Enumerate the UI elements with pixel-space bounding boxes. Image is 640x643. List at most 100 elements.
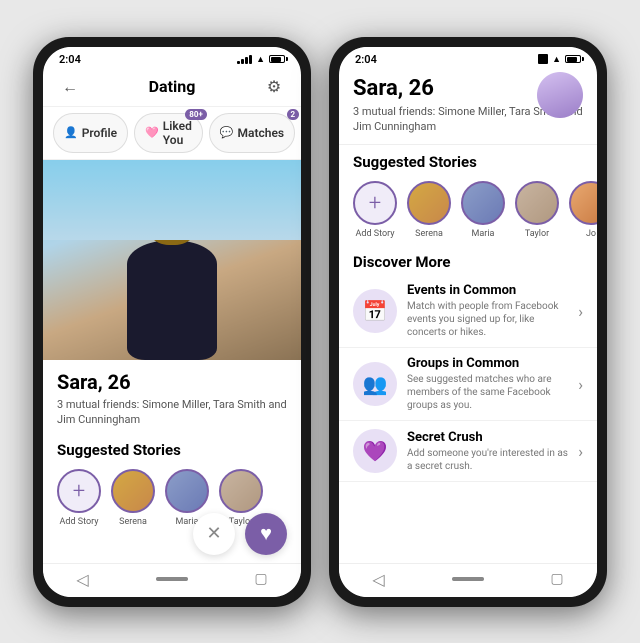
profile-info: Sara, 26 3 mutual friends: Simone Miller… bbox=[43, 360, 301, 434]
tab-matches[interactable]: 💬 Matches 2 bbox=[209, 113, 295, 153]
profile-card: ✕ ♥ Sara, 26 3 mutual friends: Simone Mi… bbox=[43, 160, 301, 563]
groups-title: Groups in Common bbox=[407, 356, 568, 371]
discover-groups[interactable]: 👥 Groups in Common See suggested matches… bbox=[339, 348, 597, 421]
profile-header-2: Sara, 26 3 mutual friends: Simone Miller… bbox=[339, 68, 597, 146]
events-desc: Match with people from Facebook events y… bbox=[407, 300, 568, 339]
nav-back-icon-2[interactable]: ◁ bbox=[372, 570, 384, 589]
groups-desc: See suggested matches who are members of… bbox=[407, 373, 568, 412]
events-text: Events in Common Match with people from … bbox=[397, 283, 578, 339]
crush-icon-box: 💜 bbox=[353, 429, 397, 473]
taylor-label-2: Taylor bbox=[525, 229, 549, 239]
story-add-2[interactable]: + Add Story bbox=[353, 181, 397, 239]
tabs-row: 👤 Profile 🩷 Liked You 80+ 💬 Matches 2 bbox=[43, 107, 301, 160]
discover-section: 📅 Events in Common Match with people fro… bbox=[339, 275, 597, 562]
suggested-stories-title: Suggested Stories bbox=[43, 433, 301, 465]
bottom-nav-2: ◁ ▢ bbox=[339, 563, 597, 597]
story-taylor-2[interactable]: Taylor bbox=[515, 181, 559, 239]
groups-text: Groups in Common See suggested matches w… bbox=[397, 356, 578, 412]
serena-label-2: Serena bbox=[415, 229, 443, 239]
add-story-label: Add Story bbox=[60, 517, 99, 527]
tab-matches-label: Matches bbox=[238, 126, 285, 140]
jo-circle bbox=[569, 181, 597, 225]
maria-label-2: Maria bbox=[472, 229, 495, 239]
profile-avatar-2 bbox=[537, 72, 583, 118]
crush-desc: Add someone you're interested in as a se… bbox=[407, 447, 568, 473]
tab-profile-label: Profile bbox=[82, 126, 117, 140]
app-title: Dating bbox=[149, 77, 196, 96]
signal-icon bbox=[237, 55, 252, 64]
story-serena-2[interactable]: Serena bbox=[407, 181, 451, 239]
groups-arrow: › bbox=[578, 375, 583, 394]
wifi-icon-2: ▲ bbox=[552, 54, 561, 65]
profile-tab-icon: 👤 bbox=[64, 126, 78, 139]
status-time-1: 2:04 bbox=[59, 53, 81, 66]
story-serena[interactable]: Serena bbox=[111, 469, 155, 527]
suggested-stories-title-2: Suggested Stories bbox=[339, 145, 597, 177]
liked-badge: 80+ bbox=[185, 109, 207, 120]
tab-liked-you[interactable]: 🩷 Liked You 80+ bbox=[134, 113, 203, 153]
app-header: ← Dating ⚙ bbox=[43, 68, 301, 107]
phone-2-screen: 2:04 ▲ Sara, 26 3 mutual friends: Simone… bbox=[339, 47, 597, 597]
liked-tab-icon: 🩷 bbox=[145, 126, 159, 139]
taylor-circle-2 bbox=[515, 181, 559, 225]
crush-text: Secret Crush Add someone you're interest… bbox=[397, 430, 578, 473]
profile-name: Sara, 26 bbox=[57, 370, 287, 394]
add-story-label-2: Add Story bbox=[356, 229, 395, 239]
nav-home-1[interactable] bbox=[156, 577, 188, 581]
groups-icon: 👥 bbox=[363, 372, 388, 396]
action-buttons: ✕ ♥ bbox=[193, 513, 287, 555]
serena-circle bbox=[111, 469, 155, 513]
discover-title: Discover More bbox=[339, 247, 597, 275]
events-title: Events in Common bbox=[407, 283, 568, 298]
nav-square-icon-1[interactable]: ▢ bbox=[254, 571, 267, 587]
phones-container: 2:04 ▲ ← Dat bbox=[23, 27, 617, 617]
phone-1-screen: 2:04 ▲ ← Dat bbox=[43, 47, 301, 597]
nav-back-icon-1[interactable]: ◁ bbox=[76, 570, 88, 589]
crush-icon: 💜 bbox=[363, 439, 388, 463]
matches-badge: 2 bbox=[287, 109, 300, 120]
person-body bbox=[127, 240, 217, 360]
battery-icon bbox=[269, 55, 285, 63]
stop-icon bbox=[538, 54, 548, 64]
maria-circle-2 bbox=[461, 181, 505, 225]
battery-icon-2 bbox=[565, 55, 581, 63]
nav-square-icon-2[interactable]: ▢ bbox=[550, 571, 563, 587]
crush-arrow: › bbox=[578, 442, 583, 461]
phone-1: 2:04 ▲ ← Dat bbox=[33, 37, 311, 607]
taylor-circle bbox=[219, 469, 263, 513]
stories-row-2: + Add Story Serena Maria Taylor Jo bbox=[339, 177, 597, 247]
profile-image bbox=[43, 160, 301, 360]
crush-title: Secret Crush bbox=[407, 430, 568, 445]
nav-home-2[interactable] bbox=[452, 577, 484, 581]
matches-tab-icon: 💬 bbox=[220, 126, 234, 139]
settings-button[interactable]: ⚙ bbox=[261, 74, 287, 100]
events-arrow: › bbox=[578, 302, 583, 321]
back-button[interactable]: ← bbox=[57, 74, 83, 100]
tab-liked-label: Liked You bbox=[163, 119, 192, 147]
story-add[interactable]: + Add Story bbox=[57, 469, 101, 527]
dislike-button[interactable]: ✕ bbox=[193, 513, 235, 555]
status-icons-1: ▲ bbox=[237, 54, 285, 65]
events-icon-box: 📅 bbox=[353, 289, 397, 333]
like-button[interactable]: ♥ bbox=[245, 513, 287, 555]
bottom-nav-1: ◁ ▢ bbox=[43, 563, 301, 597]
status-time-2: 2:04 bbox=[355, 53, 377, 66]
add-story-circle-2: + bbox=[353, 181, 397, 225]
jo-label: Jo bbox=[586, 229, 596, 239]
status-bar-2: 2:04 ▲ bbox=[339, 47, 597, 68]
tab-profile[interactable]: 👤 Profile bbox=[53, 113, 128, 153]
story-jo[interactable]: Jo bbox=[569, 181, 597, 239]
status-bar-1: 2:04 ▲ bbox=[43, 47, 301, 68]
discover-events[interactable]: 📅 Events in Common Match with people fro… bbox=[339, 275, 597, 348]
discover-crush[interactable]: 💜 Secret Crush Add someone you're intere… bbox=[339, 421, 597, 482]
wifi-icon: ▲ bbox=[256, 54, 265, 65]
add-story-circle: + bbox=[57, 469, 101, 513]
maria-circle bbox=[165, 469, 209, 513]
status-icons-2: ▲ bbox=[538, 54, 581, 65]
profile-mutual: 3 mutual friends: Simone Miller, Tara Sm… bbox=[57, 397, 287, 428]
groups-icon-box: 👥 bbox=[353, 362, 397, 406]
story-maria-2[interactable]: Maria bbox=[461, 181, 505, 239]
serena-label: Serena bbox=[119, 517, 147, 527]
phone-2: 2:04 ▲ Sara, 26 3 mutual friends: Simone… bbox=[329, 37, 607, 607]
events-icon: 📅 bbox=[363, 299, 388, 323]
